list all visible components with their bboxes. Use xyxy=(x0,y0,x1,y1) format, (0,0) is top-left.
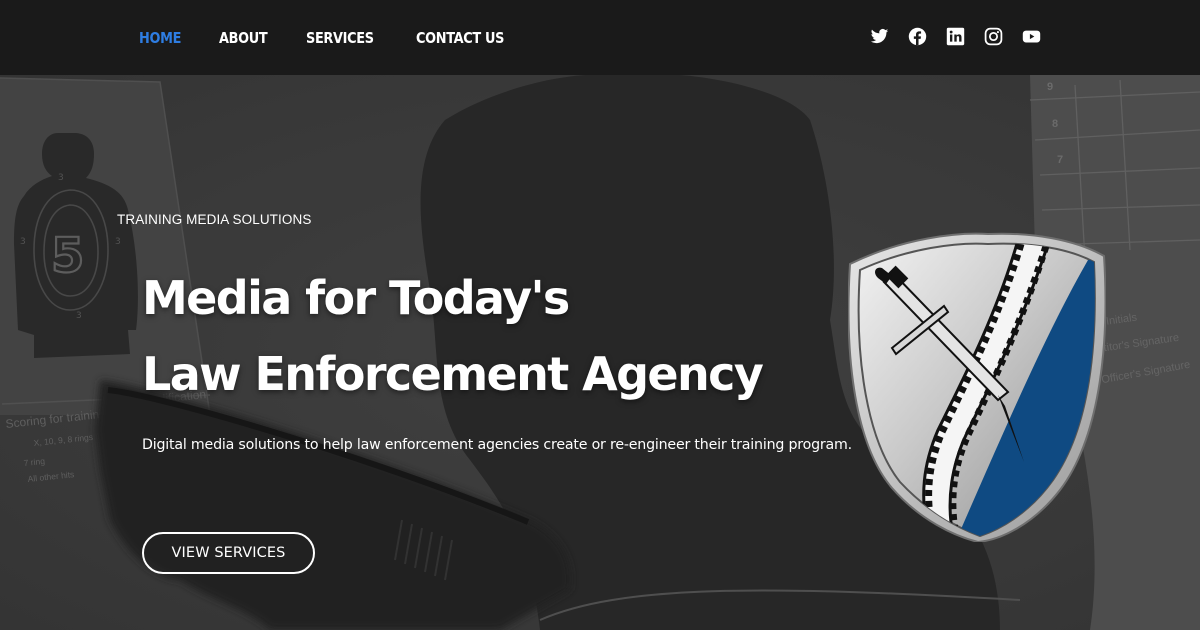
nav-about[interactable]: ABOUT xyxy=(219,29,268,47)
nav-home[interactable]: HOME xyxy=(139,29,181,47)
instagram-icon[interactable] xyxy=(984,27,1003,46)
twitter-icon[interactable] xyxy=(870,27,889,46)
youtube-icon[interactable] xyxy=(1022,27,1041,46)
headline-line-2: Law Enforcement Agency xyxy=(142,347,764,401)
nav-services[interactable]: SERVICES xyxy=(306,29,374,47)
site-header: HOME ABOUT SERVICES CONTACT US xyxy=(0,0,1200,75)
hero-headline: Media for Today's Law Enforcement Agency xyxy=(142,260,764,412)
social-links xyxy=(870,27,1060,46)
facebook-icon[interactable] xyxy=(908,27,927,46)
linkedin-icon[interactable] xyxy=(946,27,965,46)
hero-section: 5 3 3 3 3 Scoring for trainin ualificati… xyxy=(0,75,1200,630)
agency-shield-logo xyxy=(848,232,1106,542)
headline-line-1: Media for Today's xyxy=(142,271,570,325)
view-services-button[interactable]: VIEW SERVICES xyxy=(142,532,315,574)
hero-tagline: Digital media solutions to help law enfo… xyxy=(142,437,852,453)
main-nav: HOME ABOUT SERVICES CONTACT US xyxy=(139,0,549,75)
hero-eyebrow: TRAINING MEDIA SOLUTIONS xyxy=(117,212,312,227)
nav-contact-us[interactable]: CONTACT US xyxy=(416,29,504,47)
